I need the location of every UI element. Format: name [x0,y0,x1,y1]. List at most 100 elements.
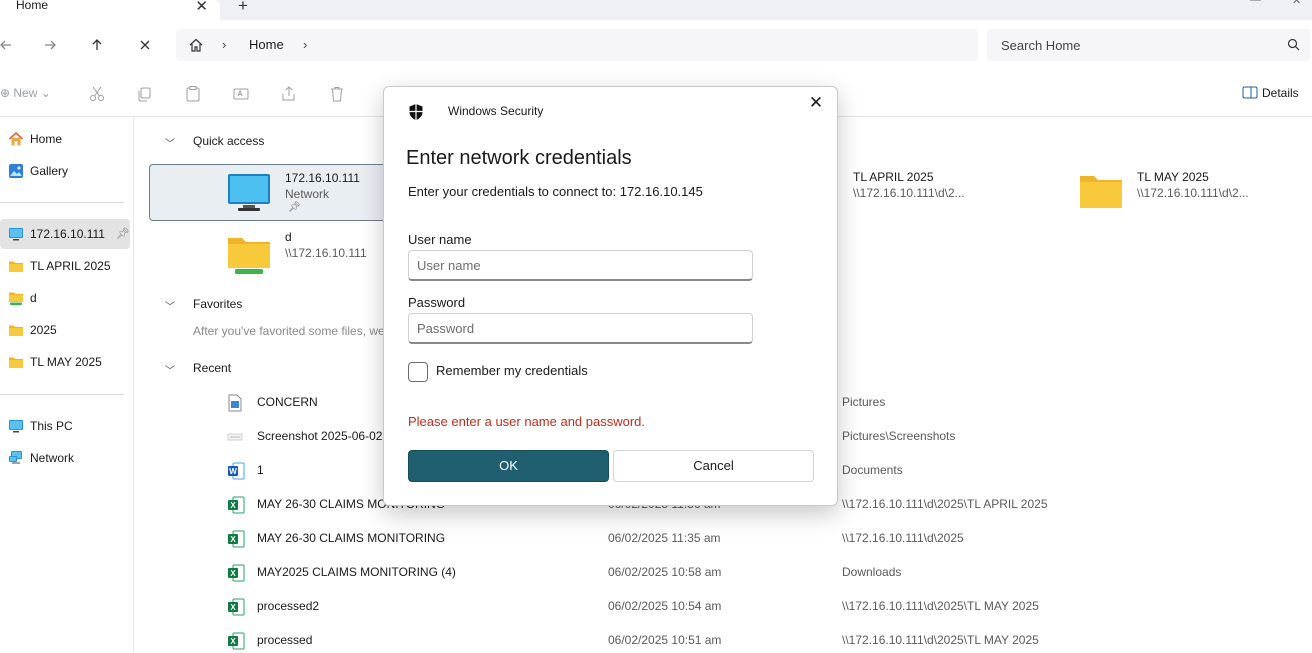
svg-text:X: X [230,569,236,578]
file-location: \\172.16.10.111\d\2025 [842,531,964,545]
recent-heading[interactable]: Recent [193,361,231,375]
username-field[interactable] [408,250,753,281]
excel-file-icon: X [227,530,245,548]
navigation-pane: Home Gallery 172.16.10.111 📌︎ TL APRIL 2… [0,118,134,653]
file-name: processed2 [257,599,320,613]
search-input[interactable]: Search Home [1001,38,1080,53]
rename-icon[interactable] [232,85,250,103]
network-drive-icon [227,234,271,279]
svg-text:X: X [230,637,236,646]
dialog-app-name: Windows Security [448,104,544,118]
password-field[interactable] [408,313,753,344]
tab-close-icon[interactable]: ✕ [195,0,208,15]
quick-access-heading[interactable]: Quick access [193,134,264,148]
forward-button[interactable] [38,34,62,56]
password-label: Password [408,295,466,310]
search-box[interactable]: Search Home [987,29,1310,61]
sidebar-divider [0,202,124,203]
quick-access-item[interactable]: d \\172.16.10.111 [149,226,399,283]
sidebar-item-label: This PC [30,419,73,433]
sidebar-item-d[interactable]: d [0,283,130,313]
svg-text:X: X [230,501,236,510]
stop-button[interactable] [133,34,157,56]
sidebar-item-label: Home [30,132,63,146]
table-row[interactable]: X MAY2025 CLAIMS MONITORING (4) 06/02/20… [135,555,1312,589]
word-file-icon: W [227,462,245,480]
quick-access-sub: \\172.16.10.111\d\2... [853,186,965,200]
excel-file-icon: X [227,598,245,616]
favorites-heading[interactable]: Favorites [193,297,242,311]
quick-access-name: d [285,230,292,244]
home-icon[interactable] [188,37,204,56]
quick-access-item[interactable]: TL APRIL 2025 \\172.16.10.111\d\2... [835,164,1085,221]
paste-icon[interactable] [184,85,202,103]
share-icon[interactable] [280,85,298,103]
pin-icon[interactable]: 📌︎ [116,227,130,240]
close-window-icon[interactable]: ✕ [1292,0,1301,7]
file-name: 1 [257,463,264,477]
file-location: \\172.16.10.111\d\2025\TL APRIL 2025 [842,497,1048,511]
table-row[interactable]: X processed2 06/02/2025 10:54 am \\172.1… [135,589,1312,623]
tab-label: Home [16,0,49,12]
network-drive-icon [8,290,24,306]
sidebar-item-2025[interactable]: 2025 [0,315,130,345]
folder-icon [1079,174,1123,213]
cancel-button[interactable]: Cancel [613,450,814,482]
back-button[interactable] [0,34,18,56]
dialog-subtitle: Enter your credentials to connect to: 17… [408,184,703,199]
chevron-right-icon[interactable]: › [303,37,307,52]
quick-access-name: 172.16.10.111 [285,171,360,185]
file-date: 06/02/2025 10:54 am [608,599,722,613]
cut-icon[interactable] [88,85,106,103]
gallery-icon [8,163,24,179]
remember-label[interactable]: Remember my credentials [436,363,588,378]
quick-access-name: TL MAY 2025 [1137,170,1209,184]
table-row[interactable]: X processed 06/02/2025 10:51 am \\172.16… [135,623,1312,653]
chevron-right-icon[interactable]: › [222,37,226,52]
network-icon [8,450,24,466]
file-name: MAY 26-30 CLAIMS MONITORING [257,531,446,545]
new-button[interactable]: ⊕ New ⌄ [0,86,51,100]
quick-access-item[interactable]: TL MAY 2025 \\172.16.10.111\d\2... [1065,164,1312,221]
breadcrumb-home[interactable]: Home [249,37,284,52]
credentials-dialog: Windows Security ✕ Enter network credent… [383,86,838,506]
tab-home[interactable]: Home ✕ [0,0,220,20]
chevron-down-icon[interactable]: ﹀ [165,135,175,150]
quick-access-sub: \\172.16.10.111 [285,246,367,260]
svg-text:W: W [229,467,237,476]
screenshot-file-icon [227,428,243,446]
svg-text:X: X [230,535,236,544]
sidebar-item-gallery[interactable]: Gallery [0,156,130,186]
up-button[interactable] [85,34,109,56]
file-name: Screenshot 2025-06-02 [257,429,383,443]
minimize-icon[interactable]: — [1250,0,1261,6]
svg-text:X: X [230,603,236,612]
new-tab-button[interactable]: + [238,0,248,16]
close-icon[interactable]: ✕ [808,93,824,113]
shield-icon [408,103,424,124]
pc-icon [8,418,24,434]
sidebar-item-home[interactable]: Home [0,124,130,154]
chevron-down-icon[interactable]: ﹀ [165,298,175,313]
sidebar-item-this-pc[interactable]: This PC [0,411,130,441]
error-message: Please enter a user name and password. [408,414,646,429]
quick-access-item[interactable]: 172.16.10.111 Network 📌︎ [149,164,399,221]
details-button[interactable]: Details [1242,86,1299,100]
sidebar-item-network[interactable]: Network [0,443,130,473]
sidebar-item-172-16-10-111[interactable]: 172.16.10.111 📌︎ [0,219,130,249]
file-location: Pictures [842,395,886,409]
quick-access-sub: \\172.16.10.111\d\2... [1137,186,1249,200]
address-bar[interactable]: › Home › [176,29,978,61]
remember-checkbox[interactable] [408,362,428,382]
ok-button[interactable]: OK [408,450,609,482]
chevron-down-icon[interactable]: ﹀ [165,362,175,377]
copy-icon[interactable] [136,85,154,103]
sidebar-item-label: 2025 [30,323,57,337]
table-row[interactable]: X MAY 26-30 CLAIMS MONITORING 06/02/2025… [135,521,1312,555]
file-date: 06/02/2025 11:35 am [608,531,721,545]
search-icon [1287,38,1300,54]
sidebar-item-tl-may-2025[interactable]: TL MAY 2025 [0,347,130,377]
home-icon [8,131,24,147]
delete-icon[interactable] [328,85,346,103]
sidebar-item-tl-april-2025[interactable]: TL APRIL 2025 [0,251,130,281]
